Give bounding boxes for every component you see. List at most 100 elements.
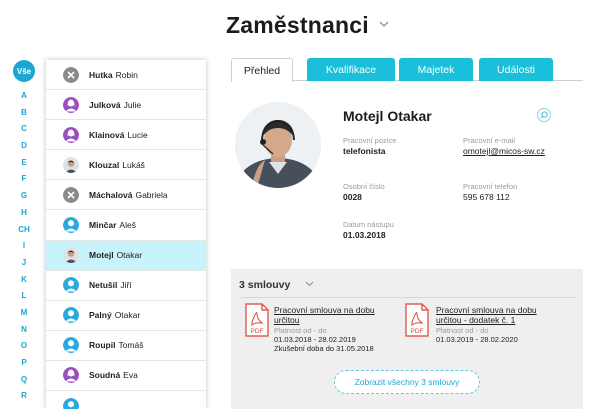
contracts-chevron-down-icon[interactable] — [305, 281, 314, 287]
personal-number-label: Osobní číslo — [343, 182, 385, 191]
search-button[interactable] — [537, 108, 551, 122]
alphabet-filter: Vše ABCDEFGHCHIJKLMNOPQRS — [10, 60, 38, 409]
contract-2-validity-label: Platnost od - do — [436, 326, 489, 335]
pdf-icon[interactable]: PDF — [244, 303, 270, 337]
contract-1-link[interactable]: Pracovní smlouva na dobu určitou — [274, 305, 375, 325]
avatar-photo — [63, 156, 79, 173]
alphabet-all-button[interactable]: Vše — [13, 60, 35, 82]
employee-first-name: Eva — [123, 370, 138, 381]
show-all-contracts-button[interactable]: Zobrazit všechny 3 smlouvy — [334, 370, 480, 394]
employee-list-item[interactable]: Palný Otakar — [46, 301, 206, 331]
page-title: Zaměstnanci — [226, 12, 369, 38]
alphabet-letter-l[interactable]: L — [10, 288, 38, 305]
tab-udalosti[interactable]: Události — [479, 58, 553, 81]
pdf-label: PDF — [411, 328, 424, 335]
employee-list-item[interactable]: Julková Julie — [46, 90, 206, 121]
position-value: telefonista — [343, 146, 386, 156]
start-date-value: 01.03.2018 — [343, 230, 386, 240]
alphabet-letter-h[interactable]: H — [10, 205, 38, 222]
alphabet-letter-r[interactable]: R — [10, 388, 38, 405]
employee-list-item[interactable]: Klainová Lucie — [46, 120, 206, 151]
avatar-female-icon — [63, 96, 79, 113]
employee-list-item[interactable]: Hutka Robin — [46, 60, 206, 91]
alphabet-letter-f[interactable]: F — [10, 171, 38, 188]
alphabet-letter-e[interactable]: E — [10, 155, 38, 172]
contract-1-dates: 01.03.2018 - 28.02.2019 — [274, 335, 356, 344]
alphabet-letter-b[interactable]: B — [10, 105, 38, 122]
contracts-count: 3 — [239, 279, 245, 291]
contract-2-dates: 01.03.2019 - 28.02.2020 — [436, 335, 518, 344]
pdf-icon[interactable]: PDF — [404, 303, 430, 337]
alphabet-letter-ch[interactable]: CH — [10, 222, 38, 239]
contract-1-validity-label: Platnost od - do — [274, 326, 327, 335]
tab-majetek[interactable]: Majetek — [399, 58, 473, 81]
alphabet-letter-a[interactable]: A — [10, 88, 38, 105]
contract-1-title-line1: Pracovní smlouva na dobu — [274, 305, 375, 315]
contract-2-link[interactable]: Pracovní smlouva na dobu určitou - dodat… — [436, 305, 537, 325]
tab-bar: Přehled Kvalifikace Majetek Události — [231, 58, 583, 82]
employee-first-name: Tomáš — [118, 340, 144, 351]
alphabet-letter-k[interactable]: K — [10, 272, 38, 289]
alphabet-letter-p[interactable]: P — [10, 355, 38, 372]
avatar-placeholder-icon — [63, 186, 79, 203]
alphabet-letter-n[interactable]: N — [10, 322, 38, 339]
contracts-count-label: smlouvy — [247, 279, 291, 291]
avatar-male-icon — [63, 307, 79, 324]
avatar-female-icon — [63, 126, 79, 143]
employee-list-item[interactable]: Motejl Otakar — [46, 240, 206, 271]
employee-surname: Julková — [89, 99, 121, 110]
alphabet-letter-o[interactable]: O — [10, 338, 38, 355]
avatar-male-icon — [63, 277, 79, 294]
employee-list-item[interactable]: Máchalová Gabriela — [46, 180, 206, 211]
alphabet-letter-d[interactable]: D — [10, 138, 38, 155]
employee-surname: Motejl — [89, 250, 114, 261]
contract-1-title-line2: určitou — [274, 315, 300, 325]
employee-name: Motejl Otakar — [343, 108, 432, 124]
avatar-female-icon — [63, 367, 79, 384]
employee-first-name: Jiří — [120, 280, 132, 291]
pdf-label: PDF — [251, 328, 264, 335]
alphabet-letter-j[interactable]: J — [10, 255, 38, 272]
employee-first-name: Otakar — [114, 310, 141, 321]
employee-list-item[interactable]: Roupil Tomáš — [46, 331, 206, 361]
contracts-header[interactable]: 3 smlouvy — [239, 279, 290, 291]
title-chevron-down-icon[interactable] — [378, 20, 390, 28]
personal-number-value: 0028 — [343, 192, 362, 202]
employee-first-name: Lucie — [127, 129, 148, 140]
alphabet-letter-q[interactable]: Q — [10, 372, 38, 389]
employee-portrait — [235, 102, 321, 188]
employee-list: Hutka Robin Julková Julie Klainová Lucie Klouz… — [46, 60, 206, 409]
employee-list-item[interactable] — [46, 391, 206, 409]
alphabet-letter-c[interactable]: C — [10, 121, 38, 138]
search-icon — [540, 111, 548, 119]
employee-list-item[interactable]: Netušil Jiří — [46, 271, 206, 301]
employee-first-name: Otakar — [116, 250, 143, 261]
employee-surname: Soudná — [89, 370, 121, 381]
employee-surname: Hutka — [89, 69, 113, 80]
tab-kvalifikace[interactable]: Kvalifikace — [307, 58, 395, 81]
alphabet-letter-i[interactable]: I — [10, 238, 38, 255]
phone-label: Pracovní telefon — [463, 182, 518, 191]
employee-surname: Klouzal — [89, 159, 120, 170]
alphabet-letter-s[interactable]: S — [10, 405, 38, 409]
employee-surname: Minčar — [89, 220, 117, 231]
employee-first-name: Julie — [123, 99, 142, 110]
contracts-divider — [239, 297, 575, 298]
tab-prehled[interactable]: Přehled — [231, 58, 293, 82]
employee-list-item[interactable]: Klouzal Lukáš — [46, 150, 206, 181]
employee-surname: Netušil — [89, 280, 118, 291]
alphabet-letter-m[interactable]: M — [10, 305, 38, 322]
email-link[interactable]: omotejl@micos-sw.cz — [463, 146, 545, 156]
email-label: Pracovní e-mail — [463, 136, 516, 145]
employee-list-item[interactable]: Minčar Aleš — [46, 210, 206, 241]
contracts-panel: 3 smlouvy PDF Pracovní smlouva na dobu u… — [231, 269, 583, 409]
employee-first-name: Lukáš — [122, 159, 145, 170]
employee-surname: Klainová — [89, 129, 125, 140]
start-date-label: Datum nástupu — [343, 220, 394, 229]
employee-first-name: Robin — [115, 69, 138, 80]
employee-list-item[interactable]: Soudná Eva — [46, 361, 206, 392]
avatar-placeholder-icon — [63, 66, 79, 83]
employee-first-name: Gabriela — [135, 189, 168, 200]
avatar-male-icon — [63, 337, 79, 354]
alphabet-letter-g[interactable]: G — [10, 188, 38, 205]
